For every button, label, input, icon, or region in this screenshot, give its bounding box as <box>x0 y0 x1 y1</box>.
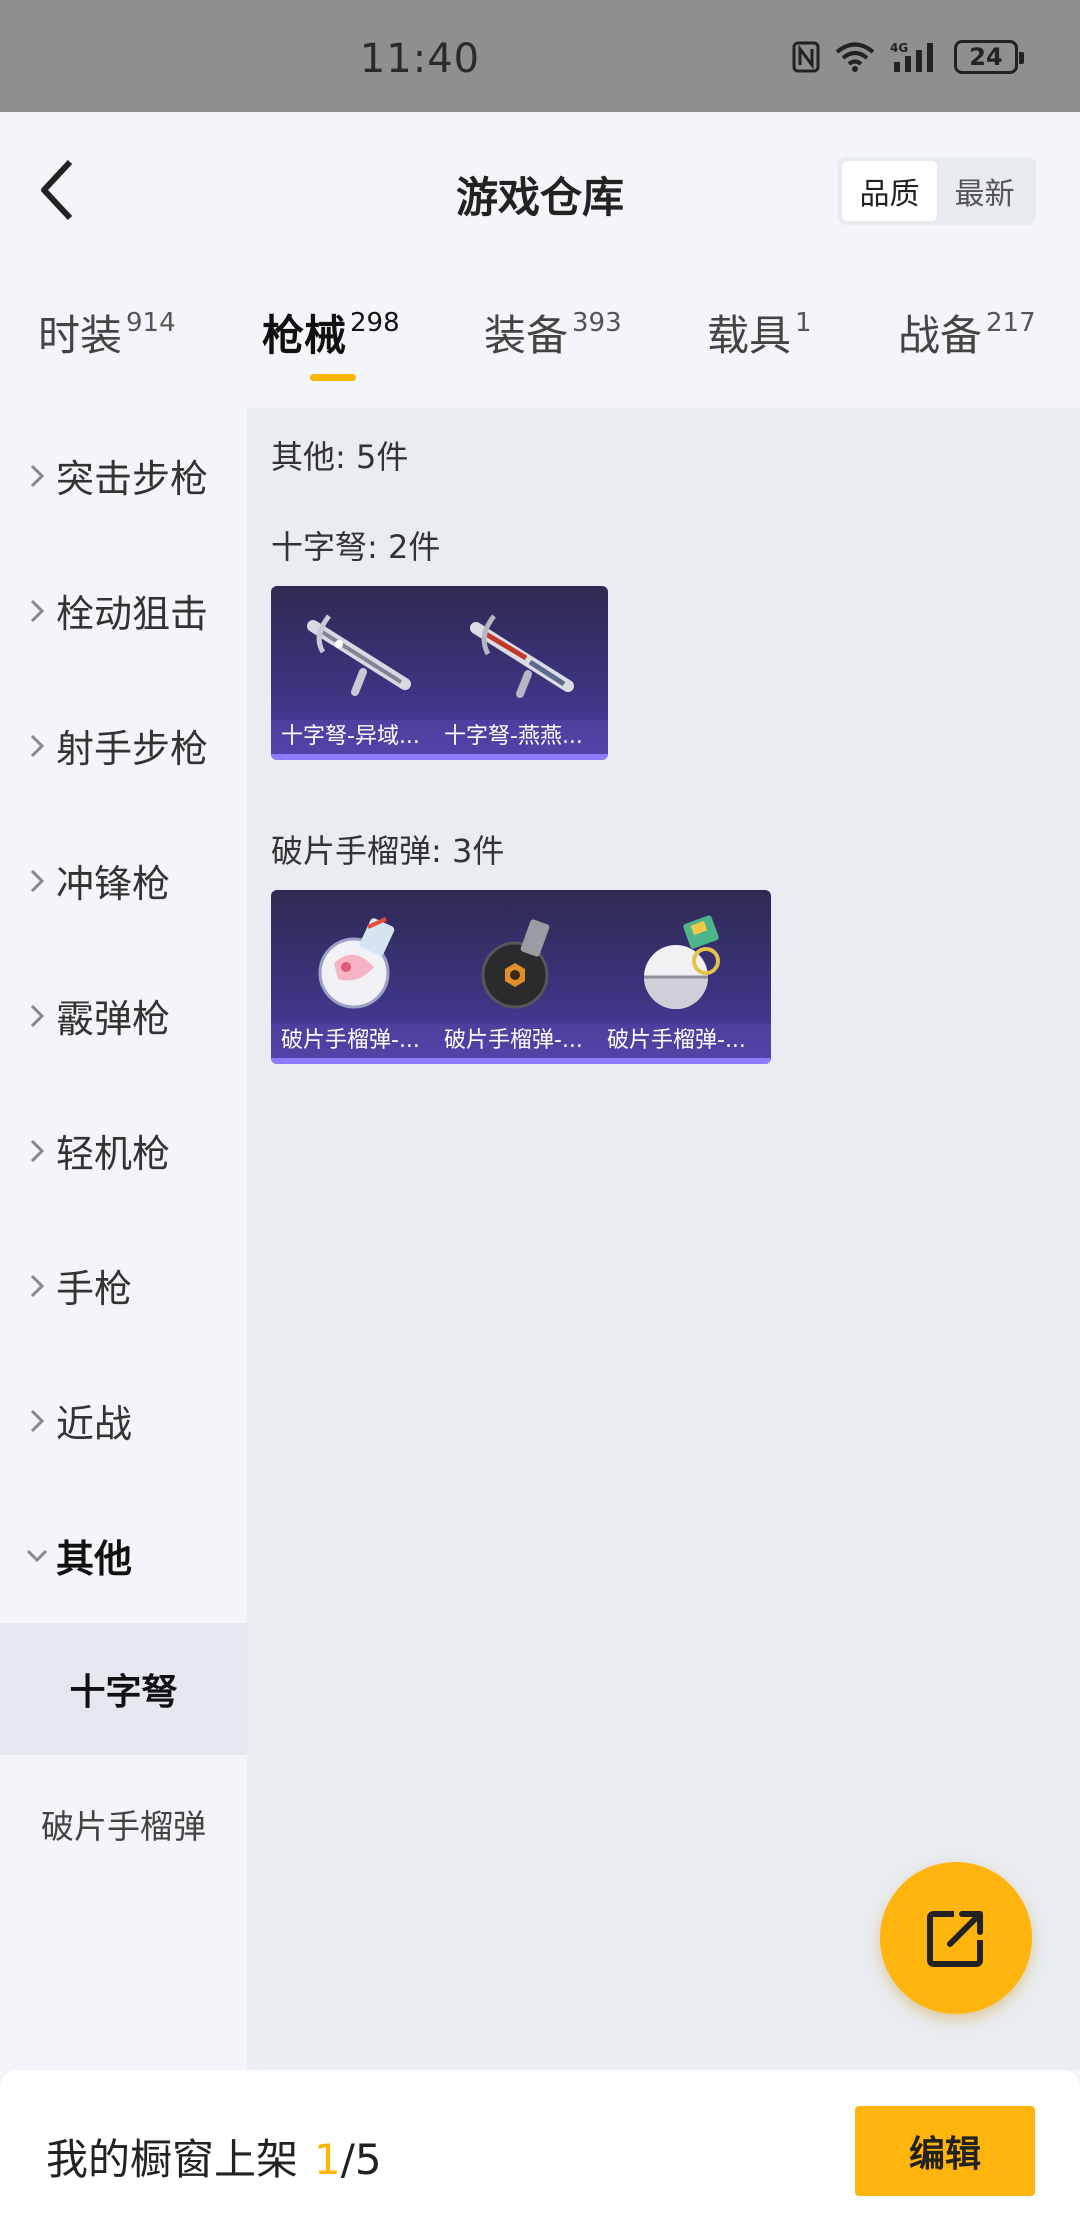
battery-indicator: 24 <box>954 40 1024 74</box>
share-edit-icon <box>927 1911 983 1967</box>
sidebar-item-other[interactable]: 其他 <box>0 1488 247 1623</box>
grenade-icon <box>434 890 608 1030</box>
nfc-icon <box>792 40 820 74</box>
sort-toggle: 品质 最新 <box>838 157 1036 225</box>
sidebar-item-shotgun[interactable]: 霰弹枪 <box>0 948 247 1083</box>
sidebar-subitem-crossbow[interactable]: 十字弩 <box>0 1623 247 1755</box>
sidebar-item-label: 近战 <box>56 1402 133 1446</box>
tab-combat-gear[interactable]: 战备 217 <box>898 296 1036 376</box>
crossbow-icon <box>271 586 445 726</box>
sidebar: 突击步枪 栓动狙击 射手步枪 冲锋枪 霰弹枪 轻机枪 手枪 近战 其他 十字弩 … <box>0 408 247 2070</box>
showcase-label: 我的橱窗上架 <box>46 2135 299 2184</box>
sidebar-item-label: 冲锋枪 <box>56 862 171 906</box>
showcase-total: /5 <box>340 2135 382 2184</box>
tab-count: 914 <box>126 308 176 338</box>
item-name: 破片手榴弹-... <box>597 1024 771 1058</box>
rarity-bar <box>434 1058 608 1064</box>
edit-button[interactable]: 编辑 <box>855 2106 1035 2196</box>
wifi-icon <box>834 40 876 74</box>
tab-count: 217 <box>986 308 1036 338</box>
tab-label: 枪械 <box>262 311 347 360</box>
tab-count: 393 <box>572 308 622 338</box>
tab-fashion[interactable]: 时装 914 <box>38 296 176 376</box>
sort-newest-button[interactable]: 最新 <box>937 161 1032 221</box>
item-card[interactable]: 破片手榴弹-... <box>271 890 445 1064</box>
sidebar-item-label: 霰弹枪 <box>56 997 171 1041</box>
sidebar-item-assault-rifle[interactable]: 突击步枪 <box>0 408 247 543</box>
showcase-current-count: 1 <box>314 2135 341 2184</box>
rarity-bar <box>434 754 608 760</box>
tab-label: 装备 <box>484 311 569 360</box>
sidebar-item-smg[interactable]: 冲锋枪 <box>0 813 247 948</box>
bottom-bar: 我的橱窗上架 1 /5 编辑 <box>0 2070 1080 2228</box>
sidebar-item-label: 其他 <box>56 1537 133 1581</box>
item-card[interactable]: 破片手榴弹-... <box>434 890 608 1064</box>
status-time: 11:40 <box>359 36 481 82</box>
item-card[interactable]: 十字弩-燕燕... <box>434 586 608 760</box>
chevron-right-icon <box>22 733 52 759</box>
sort-quality-button[interactable]: 品质 <box>842 161 937 221</box>
grenade-icon <box>597 890 771 1030</box>
chevron-right-icon <box>22 1003 52 1029</box>
chevron-right-icon <box>22 1138 52 1164</box>
sidebar-item-pistol[interactable]: 手枪 <box>0 1218 247 1353</box>
header: 游戏仓库 品质 最新 <box>0 112 1080 272</box>
sidebar-item-label: 突击步枪 <box>56 457 209 501</box>
rarity-bar <box>597 1058 771 1064</box>
rarity-bar <box>271 754 445 760</box>
crossbow-icon <box>434 586 608 726</box>
cellular-signal-icon: 4G <box>890 40 940 74</box>
sidebar-item-melee[interactable]: 近战 <box>0 1353 247 1488</box>
group-title-frag-grenade: 破片手榴弹: 3件 <box>271 832 505 870</box>
tab-count: 1 <box>795 308 812 338</box>
section-total-title: 其他: 5件 <box>271 438 409 476</box>
chevron-right-icon <box>22 1273 52 1299</box>
chevron-right-icon <box>22 463 52 489</box>
item-name: 破片手榴弹-... <box>271 1024 445 1058</box>
rarity-bar <box>271 1058 445 1064</box>
status-bar: 11:40 4G 24 <box>0 0 1080 112</box>
item-card[interactable]: 十字弩-异域... <box>271 586 445 760</box>
tab-label: 时装 <box>38 311 123 360</box>
sidebar-item-label: 射手步枪 <box>56 727 209 771</box>
tab-firearms[interactable]: 枪械 298 <box>262 296 400 376</box>
tab-vehicles[interactable]: 载具 1 <box>707 296 812 376</box>
share-fab-button[interactable] <box>880 1862 1032 2014</box>
item-name: 十字弩-燕燕... <box>434 720 608 754</box>
sidebar-item-bolt-action[interactable]: 栓动狙击 <box>0 543 247 678</box>
sidebar-subitem-frag-grenade[interactable]: 破片手榴弹 <box>0 1758 247 1890</box>
showcase-status: 我的橱窗上架 1 /5 <box>46 2126 382 2187</box>
sidebar-item-label: 栓动狙击 <box>56 592 209 636</box>
item-name: 破片手榴弹-... <box>434 1024 608 1058</box>
sidebar-item-marksman-rifle[interactable]: 射手步枪 <box>0 678 247 813</box>
sidebar-item-label: 轻机枪 <box>56 1132 171 1176</box>
tab-label: 战备 <box>898 311 983 360</box>
chevron-right-icon <box>22 1408 52 1434</box>
sidebar-item-lmg[interactable]: 轻机枪 <box>0 1083 247 1218</box>
item-name: 十字弩-异域... <box>271 720 445 754</box>
status-icons: 4G 24 <box>792 40 1024 74</box>
chevron-right-icon <box>22 868 52 894</box>
svg-text:4G: 4G <box>890 41 908 55</box>
category-tabs: 时装 914 枪械 298 装备 393 载具 1 战备 217 <box>0 296 1080 406</box>
tab-equipment[interactable]: 装备 393 <box>484 296 622 376</box>
content-area: 其他: 5件 十字弩: 2件 十字弩-异域... 十字弩-燕燕... 破片手榴弹… <box>247 408 1080 2070</box>
tab-label: 载具 <box>707 311 792 360</box>
sidebar-item-label: 手枪 <box>56 1267 133 1311</box>
chevron-down-icon <box>22 1548 52 1564</box>
group-title-crossbow: 十字弩: 2件 <box>271 528 441 566</box>
chevron-right-icon <box>22 598 52 624</box>
tab-count: 298 <box>350 308 400 338</box>
active-tab-indicator <box>310 374 356 381</box>
item-card[interactable]: 破片手榴弹-... <box>597 890 771 1064</box>
grenade-icon <box>271 890 445 1030</box>
